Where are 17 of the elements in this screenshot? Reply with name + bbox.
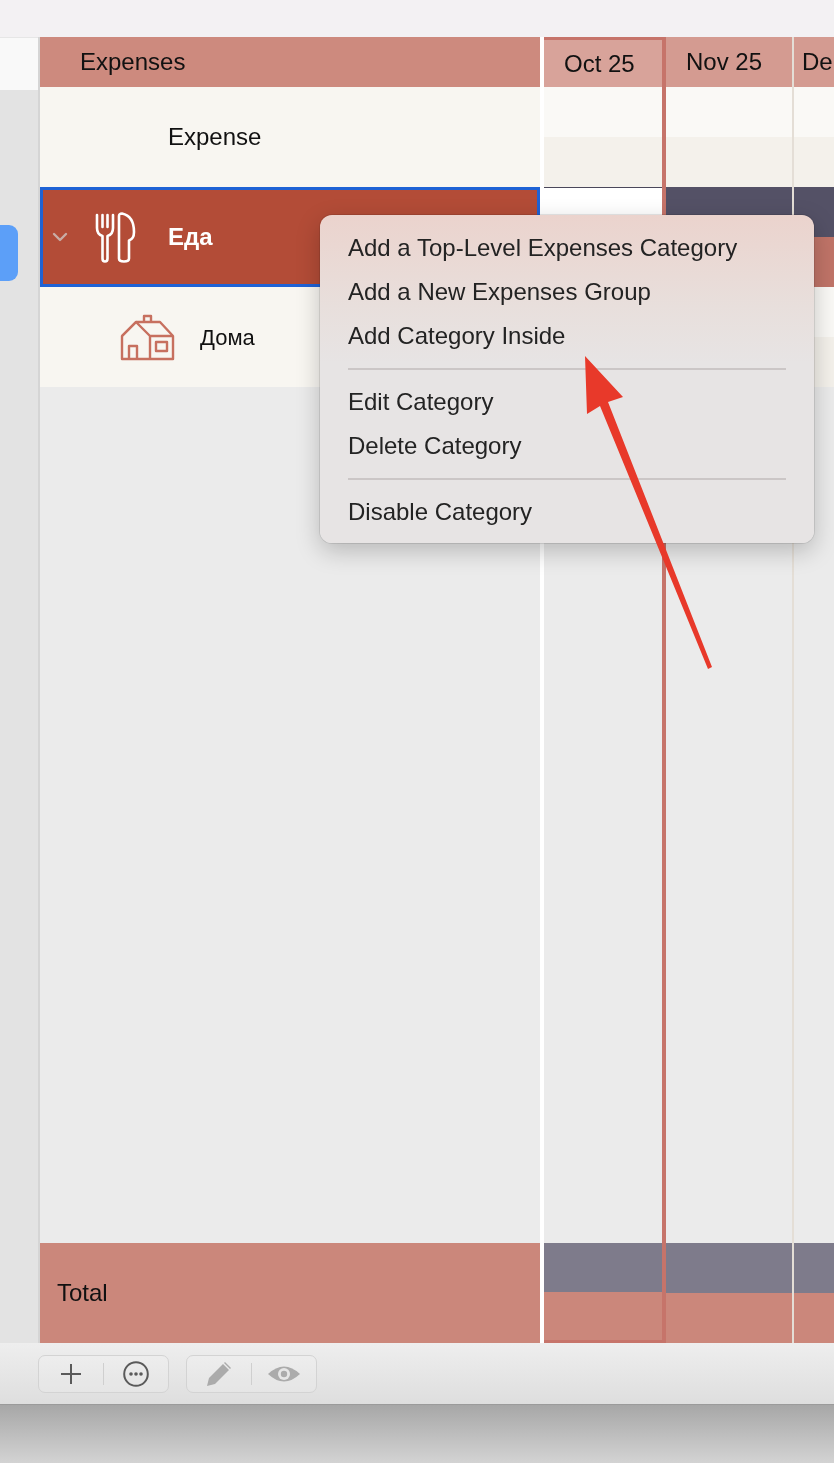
column-header: Nov 25 [666, 37, 792, 87]
row-label: Дома [200, 323, 255, 352]
house-icon [120, 313, 175, 361]
plus-icon [60, 1362, 82, 1385]
table-header: Expenses [40, 37, 540, 87]
ellipsis-circle-icon [123, 1360, 149, 1387]
row-label: Еда [168, 222, 213, 252]
sidebar-item[interactable] [0, 225, 18, 281]
pencil-icon [206, 1360, 232, 1387]
column-header: De [794, 37, 834, 87]
row-label: Expense [168, 122, 262, 152]
table-row[interactable]: Expense [40, 87, 540, 187]
menu-item[interactable]: Delete Category [320, 424, 814, 468]
total-row: Total [40, 1243, 540, 1343]
column-header: Oct 25 [544, 40, 662, 87]
fork-knife-icon [95, 211, 137, 263]
menu-item[interactable]: Disable Category [320, 490, 814, 534]
